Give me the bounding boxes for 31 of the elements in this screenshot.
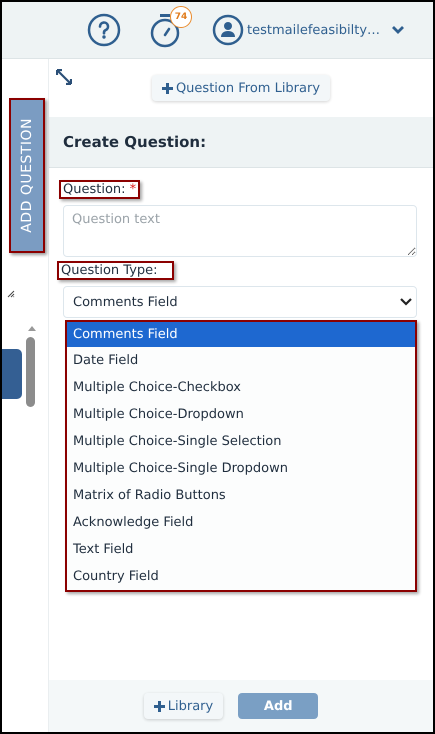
- dropdown-option[interactable]: Matrix of Radio Buttons: [67, 482, 415, 509]
- plus-icon[interactable]: [154, 700, 165, 712]
- user-avatar-icon[interactable]: [212, 14, 244, 46]
- user-menu[interactable]: testmailefeasibilty…: [212, 14, 406, 46]
- expand-icon[interactable]: [56, 69, 72, 85]
- question-type-label: Question Type:: [57, 261, 174, 280]
- dropdown-option[interactable]: Multiple Choice-Single Dropdown: [67, 455, 415, 482]
- dropdown-option[interactable]: Comments Field: [67, 322, 415, 347]
- notification-badge: 74: [170, 6, 192, 28]
- dropdown-option[interactable]: Date Field: [67, 347, 415, 374]
- question-text-field[interactable]: Question text: [63, 205, 417, 257]
- side-item-block: [2, 349, 22, 399]
- help-icon[interactable]: [86, 12, 122, 48]
- question-from-library-button[interactable]: Question From Library: [152, 75, 330, 101]
- scrollbar-thumb[interactable]: [26, 337, 35, 407]
- library-button[interactable]: Library: [144, 693, 224, 719]
- plus-icon[interactable]: [162, 82, 173, 94]
- dropdown-option[interactable]: Multiple Choice-Checkbox: [67, 374, 415, 401]
- resize-grip-icon[interactable]: [7, 290, 15, 298]
- question-label: Question: *: [59, 180, 140, 199]
- chevron-down-icon[interactable]: [391, 25, 406, 35]
- dropdown-option[interactable]: Acknowledge Field: [67, 509, 415, 536]
- chevron-down-icon[interactable]: [400, 298, 412, 306]
- dropdown-option[interactable]: Multiple Choice-Dropdown: [67, 401, 415, 428]
- dropdown-option[interactable]: Multiple Choice-Single Selection: [67, 428, 415, 455]
- scroll-up-icon[interactable]: [27, 325, 37, 331]
- question-type-select[interactable]: Comments Field: [63, 286, 417, 318]
- section-title: Create Question:: [63, 133, 206, 151]
- dropdown-option[interactable]: Text Field: [67, 536, 415, 563]
- dropdown-option[interactable]: Country Field: [67, 563, 415, 590]
- required-mark: *: [130, 182, 136, 197]
